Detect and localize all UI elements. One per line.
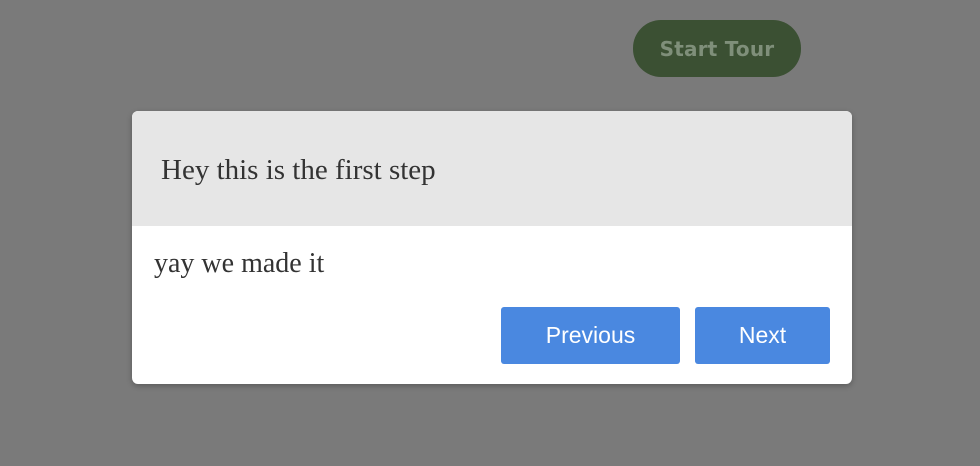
tour-step-dialog: Hey this is the first step yay we made i…: [132, 111, 852, 384]
previous-button[interactable]: Previous: [501, 307, 680, 364]
tour-step-body: yay we made it Previous Next: [132, 226, 852, 384]
next-button[interactable]: Next: [695, 307, 830, 364]
tour-step-title: Hey this is the first step: [161, 154, 436, 186]
tour-step-header: Hey this is the first step: [132, 111, 852, 226]
tour-step-text: yay we made it: [154, 248, 325, 279]
